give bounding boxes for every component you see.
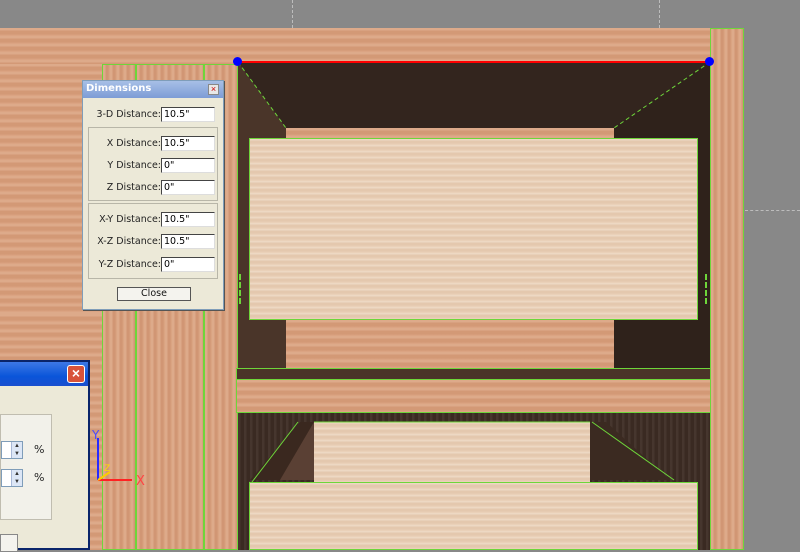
field-3d-distance[interactable]: 10.5"	[161, 107, 215, 122]
edge-marker	[705, 274, 709, 304]
measure-endpoint-start[interactable]	[233, 57, 242, 66]
guide-line-vertical	[659, 0, 660, 28]
row-z-distance: Z Distance: 0"	[83, 179, 218, 197]
dimensions-dialog-title: Dimensions	[86, 83, 152, 94]
row-3d-distance: 3-D Distance: 10.5"	[83, 106, 218, 124]
field-xz-distance[interactable]: 10.5"	[161, 234, 215, 249]
axis-y-label: Y	[92, 428, 100, 442]
shelf-front-rail	[236, 379, 711, 413]
close-icon[interactable]: ×	[67, 365, 85, 383]
side-dialog-titlebar[interactable]: ×	[0, 362, 88, 386]
upper-drawer-front[interactable]	[249, 138, 698, 320]
percent-spinner-1[interactable]: ▲ ▼	[1, 441, 23, 459]
label-z-distance: Z Distance:	[106, 182, 161, 193]
percent-label-2: %	[34, 471, 45, 484]
lower-drawer-front[interactable]	[249, 482, 698, 550]
measured-edge	[238, 61, 710, 63]
row-x-distance: X Distance: 10.5"	[83, 135, 218, 153]
field-xy-distance[interactable]: 10.5"	[161, 212, 215, 227]
label-yz-distance: Y-Z Distance:	[98, 259, 161, 270]
axis-x-label: X	[136, 474, 145, 489]
field-y-distance[interactable]: 0"	[161, 158, 215, 173]
spinner-arrows-icon[interactable]: ▲ ▼	[11, 470, 22, 486]
row-xz-distance: X-Z Distance: 10.5"	[83, 233, 218, 251]
edge-marker	[239, 274, 243, 304]
cabinet-right-stile	[710, 28, 744, 550]
row-y-distance: Y Distance: 0"	[83, 157, 218, 175]
percent-label-1: %	[34, 443, 45, 456]
guide-line-vertical	[292, 0, 293, 28]
side-dialog-button[interactable]	[0, 534, 18, 552]
label-y-distance: Y Distance:	[107, 160, 161, 171]
guide-line-horizontal	[745, 210, 800, 211]
field-z-distance[interactable]: 0"	[161, 180, 215, 195]
cabinet-top-rail	[0, 28, 712, 64]
side-dialog-panel: ▲ ▼ % ▲ ▼ %	[0, 414, 52, 520]
axis-z-label: Z	[104, 464, 111, 474]
label-xy-distance: X-Y Distance:	[99, 214, 161, 225]
label-xz-distance: X-Z Distance:	[97, 236, 161, 247]
field-yz-distance[interactable]: 0"	[161, 257, 215, 272]
dimensions-dialog: Dimensions × 3-D Distance: 10.5" X Dista…	[82, 80, 224, 310]
label-x-distance: X Distance:	[106, 138, 161, 149]
field-x-distance[interactable]: 10.5"	[161, 136, 215, 151]
spinner-arrows-icon[interactable]: ▲ ▼	[11, 442, 22, 458]
row-yz-distance: Y-Z Distance: 0"	[83, 256, 218, 274]
close-icon[interactable]: ×	[208, 84, 219, 95]
row-xy-distance: X-Y Distance: 10.5"	[83, 211, 218, 229]
dimensions-dialog-titlebar[interactable]: Dimensions ×	[83, 81, 223, 98]
measure-endpoint-end[interactable]	[705, 57, 714, 66]
percent-spinner-2[interactable]: ▲ ▼	[1, 469, 23, 487]
close-button[interactable]: Close	[117, 287, 191, 301]
label-3d-distance: 3-D Distance:	[96, 109, 161, 120]
side-dialog: × ▲ ▼ % ▲ ▼ %	[0, 360, 90, 552]
